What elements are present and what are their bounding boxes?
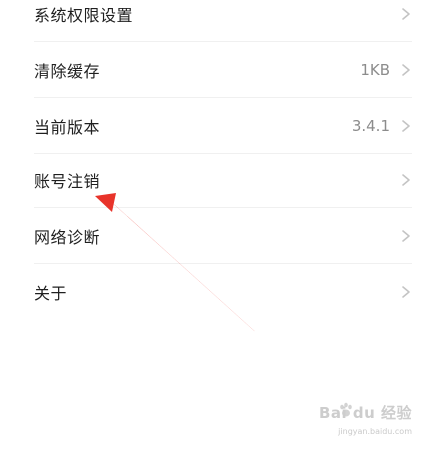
settings-item-right	[390, 285, 412, 299]
settings-item-right	[390, 173, 412, 187]
settings-item-label: 关于	[34, 284, 68, 303]
settings-item-clear-cache[interactable]: 清除缓存 1KB	[34, 42, 412, 98]
settings-item-label: 清除缓存	[34, 62, 101, 81]
settings-item-right: 1KB	[360, 61, 412, 79]
settings-item-account-deletion[interactable]: 账号注销	[34, 152, 412, 208]
settings-item-right	[390, 7, 412, 21]
settings-item-right: 3.4.1	[352, 117, 412, 135]
settings-item-current-version[interactable]: 当前版本 3.4.1	[34, 98, 412, 154]
watermark-logo: Bai du 经验 jingyan.baidu.com	[302, 402, 412, 436]
settings-item-label: 当前版本	[34, 118, 101, 137]
settings-item-label: 网络诊断	[34, 228, 101, 247]
version-value: 3.4.1	[351, 117, 390, 135]
chevron-right-icon	[402, 120, 410, 132]
watermark-url: jingyan.baidu.com	[338, 427, 412, 436]
settings-item-about[interactable]: 关于	[34, 264, 412, 320]
chevron-right-icon	[402, 286, 410, 298]
chevron-right-icon	[402, 64, 410, 76]
watermark-brand: Bai du 经验	[318, 404, 412, 422]
chevron-right-icon	[402, 8, 410, 20]
settings-item-label: 账号注销	[34, 172, 101, 191]
settings-item-system-permissions[interactable]: 系统权限设置	[34, 0, 412, 42]
settings-item-right	[390, 229, 412, 243]
cache-size-value: 1KB	[360, 61, 390, 79]
settings-item-label: 系统权限设置	[34, 6, 134, 25]
settings-item-network-diagnosis[interactable]: 网络诊断	[34, 208, 412, 264]
chevron-right-icon	[402, 230, 410, 242]
chevron-right-icon	[402, 174, 410, 186]
